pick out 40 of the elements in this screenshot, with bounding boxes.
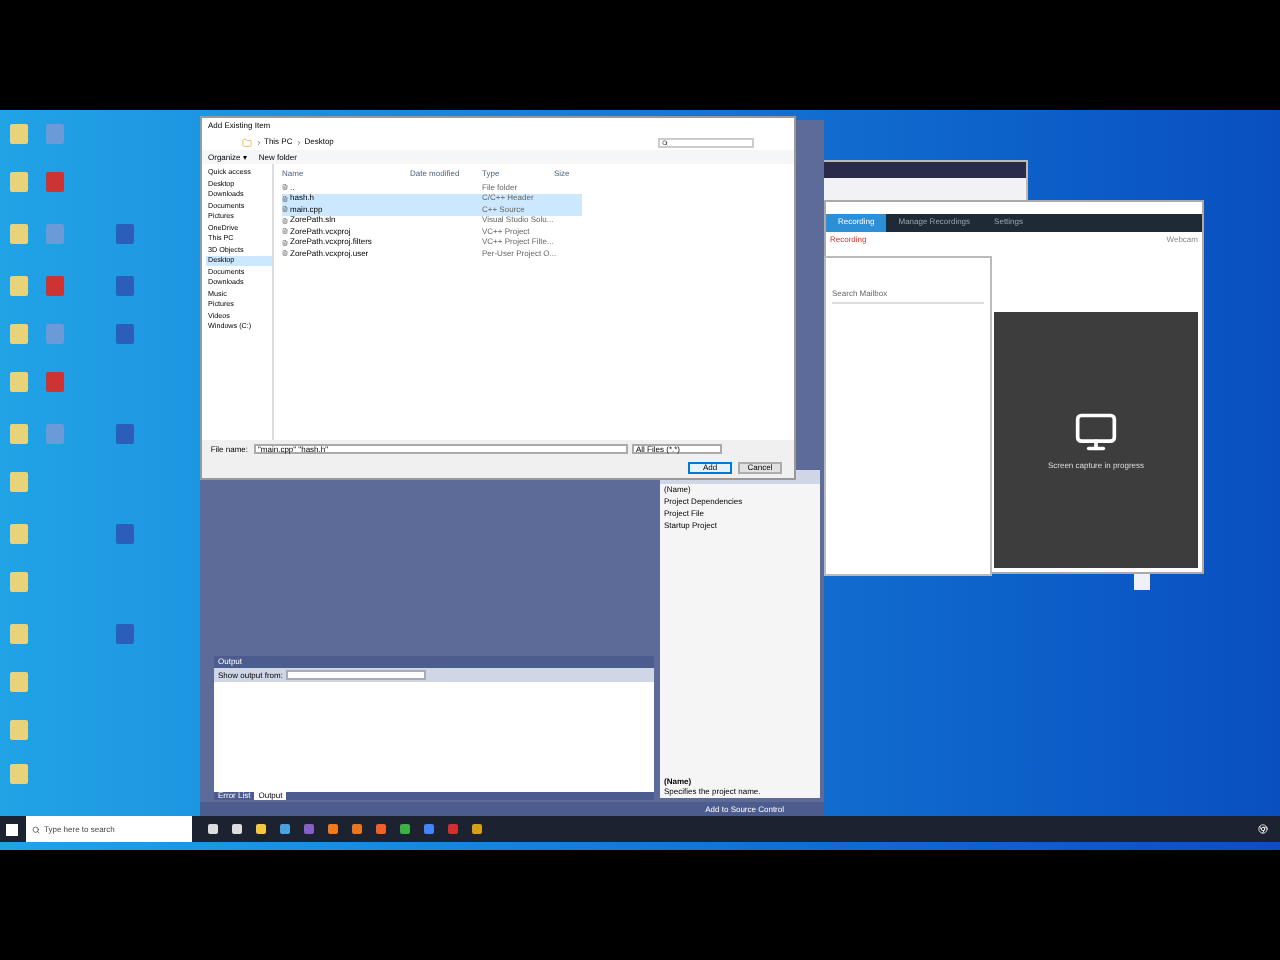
taskbar-app-icon[interactable] <box>328 824 338 834</box>
desktop-shortcut-icon[interactable] <box>116 524 134 544</box>
taskbar-app-icon[interactable] <box>256 824 266 834</box>
file-icon <box>282 239 288 246</box>
file-icon <box>282 206 288 213</box>
taskbar-app-icon[interactable] <box>208 824 218 834</box>
output-source-dropdown[interactable] <box>286 670 427 680</box>
monitor-icon <box>1074 410 1118 454</box>
windows-start-icon[interactable] <box>6 823 18 835</box>
taskbar-app-icon[interactable] <box>424 824 434 834</box>
file-icon <box>282 250 288 257</box>
desktop-shortcut-icon[interactable] <box>10 572 28 592</box>
taskbar-app-icon[interactable] <box>376 824 386 834</box>
search-icon <box>32 825 40 833</box>
desktop-shortcut-icon[interactable] <box>116 224 134 244</box>
file-icon <box>282 217 288 224</box>
file-icon <box>282 195 288 202</box>
desktop-shortcut-icon[interactable] <box>10 764 28 784</box>
taskbar-app-icon[interactable] <box>304 824 314 834</box>
file-icon <box>282 228 288 235</box>
taskbar-app-icon[interactable] <box>352 824 362 834</box>
desktop-shortcut-icon[interactable] <box>10 672 28 692</box>
desktop-shortcut-icon[interactable] <box>116 624 134 644</box>
desktop-shortcut-icon[interactable] <box>10 472 28 492</box>
file-icon <box>282 184 288 191</box>
desktop-shortcut-icon[interactable] <box>10 720 28 740</box>
desktop-shortcut-icon[interactable] <box>116 324 134 344</box>
search-field[interactable] <box>658 137 754 147</box>
tray-icon[interactable] <box>1258 824 1268 834</box>
search-icon <box>662 139 668 145</box>
taskbar-app-icon[interactable] <box>400 824 410 834</box>
desktop-shortcut-icon[interactable] <box>116 276 134 296</box>
desktop-shortcut-icon[interactable] <box>116 424 134 444</box>
taskbar-app-icon[interactable] <box>280 824 290 834</box>
folder-icon <box>242 137 252 147</box>
taskbar-app-icon[interactable] <box>472 824 482 834</box>
desktop-shortcut-icon[interactable] <box>10 524 28 544</box>
taskbar-app-icon[interactable] <box>448 824 458 834</box>
desktop-shortcut-icon[interactable] <box>10 624 28 644</box>
taskbar-app-icon[interactable] <box>232 824 242 834</box>
